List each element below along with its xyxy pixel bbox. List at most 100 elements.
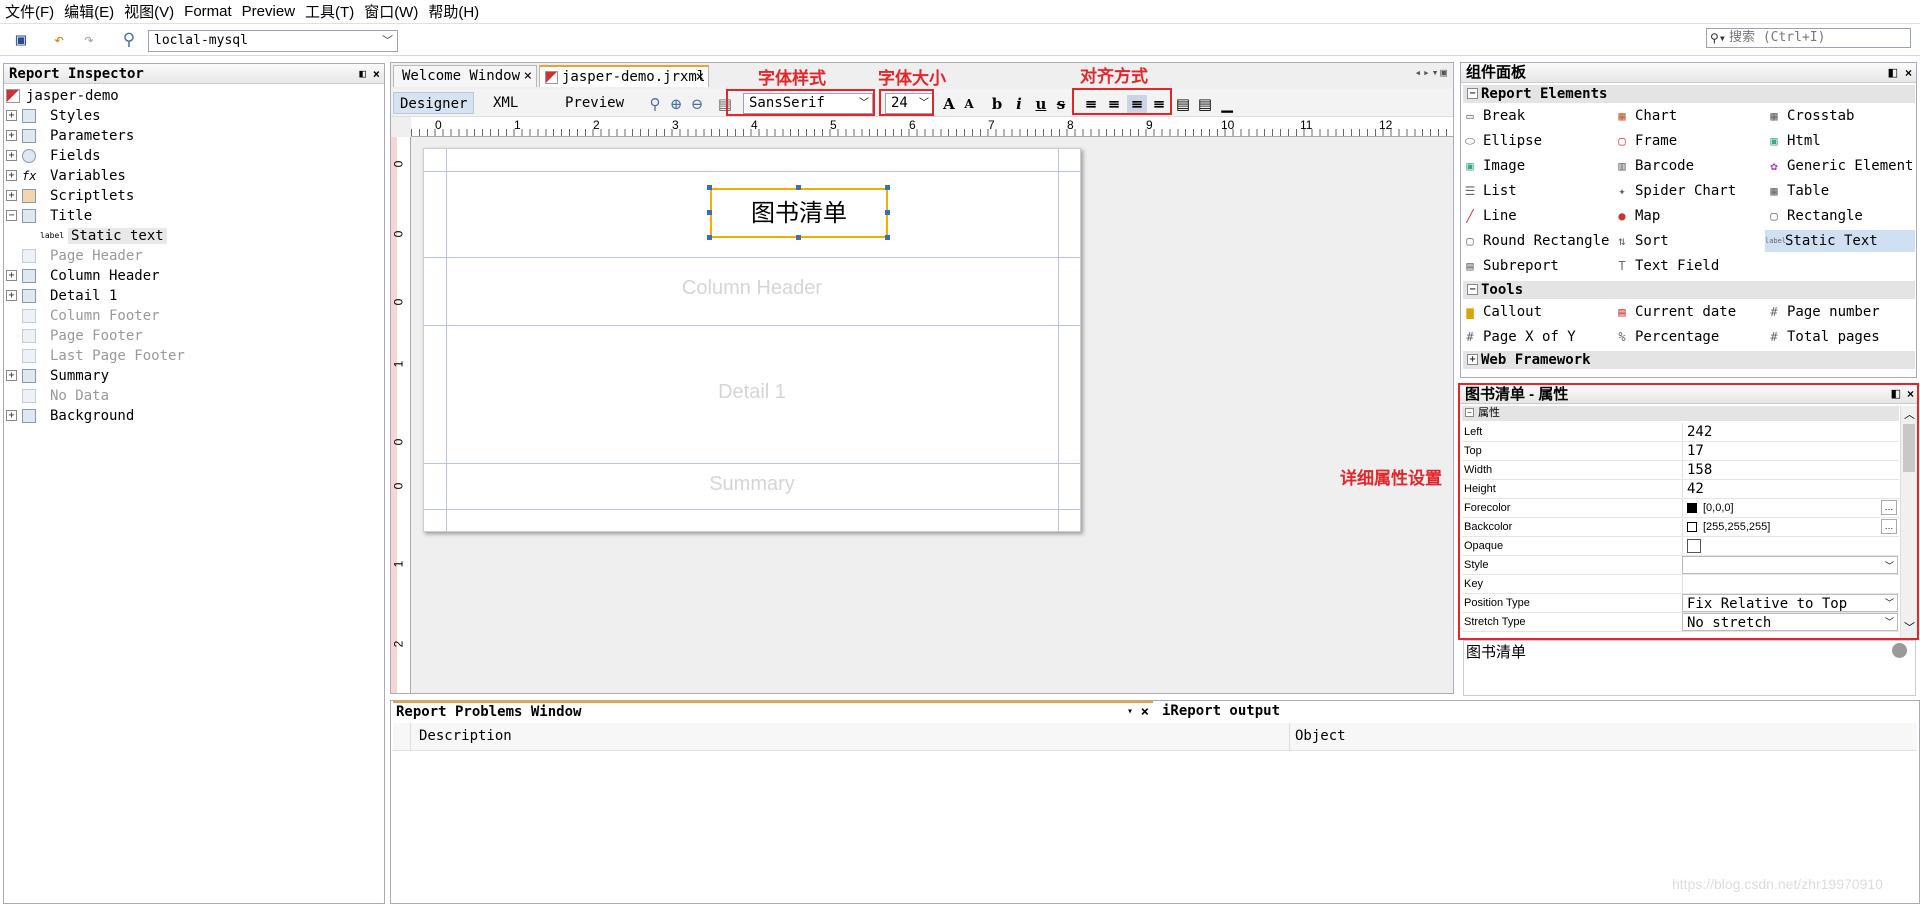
palette-text-field[interactable]: T Text Field <box>1615 255 1719 277</box>
tab-jasper-demo[interactable]: jasper-demo.jrxml × <box>539 65 709 87</box>
expand-icon[interactable]: + <box>6 410 17 421</box>
prop-backcolor[interactable]: Backcolor [255,255,255]… <box>1462 518 1899 537</box>
tree-item-column-footer[interactable]: Column Footer <box>6 306 160 326</box>
scroll-down-icon[interactable]: ﹀ <box>1904 619 1915 635</box>
minimize-icon[interactable]: ◧ <box>359 64 366 84</box>
tab-welcome[interactable]: Welcome Window × <box>393 65 537 87</box>
prop-top[interactable]: Top 17 <box>1462 442 1899 461</box>
expand-icon[interactable]: + <box>6 170 17 181</box>
palette-current-date[interactable]: ▤ Current date <box>1615 301 1736 323</box>
more-icon[interactable]: … <box>1881 500 1897 515</box>
palette-rectangle[interactable]: ▢ Rectangle <box>1767 205 1862 227</box>
close-icon[interactable]: × <box>1905 63 1912 83</box>
prop-value[interactable]: 242 <box>1682 423 1898 441</box>
tree-item-column-header[interactable]: + Column Header <box>6 266 160 286</box>
static-text-element[interactable]: 图书清单 <box>710 188 888 238</box>
italic-icon[interactable]: i <box>1009 95 1029 113</box>
tree-item-fields[interactable]: + Fields <box>6 146 101 166</box>
tree-item-summary[interactable]: + Summary <box>6 366 109 386</box>
tab-output[interactable]: iReport output <box>1159 701 1459 721</box>
zoom-in-icon[interactable]: ⊕ <box>666 95 686 113</box>
palette-map[interactable]: ● Map <box>1615 205 1660 227</box>
palette-crosstab[interactable]: ▦ Crosstab <box>1767 105 1854 127</box>
prop-left[interactable]: Left 242 <box>1462 423 1899 442</box>
valign-bottom-icon[interactable]: ▁ <box>1217 95 1237 113</box>
expand-icon[interactable]: + <box>6 190 17 201</box>
position-type-select[interactable]: Fix Relative to Top ﹀ <box>1682 594 1898 612</box>
tree-item-scriptlets[interactable]: + Scriptlets <box>6 186 134 206</box>
properties-group-header[interactable]: − 属性 <box>1462 406 1899 421</box>
expand-icon[interactable]: + <box>6 370 17 381</box>
palette-sort[interactable]: ⇅ Sort <box>1615 230 1668 252</box>
close-icon[interactable]: × <box>1141 703 1149 721</box>
strikethrough-icon[interactable]: s <box>1051 95 1071 113</box>
close-icon[interactable]: × <box>524 66 532 86</box>
prop-value[interactable]: [0,0,0]… <box>1682 499 1898 517</box>
resize-handle[interactable] <box>707 185 712 190</box>
font-shrink-icon[interactable]: A <box>959 95 979 113</box>
scrollbar-thumb[interactable] <box>1903 424 1915 472</box>
close-icon[interactable]: × <box>696 67 704 87</box>
resize-handle[interactable] <box>885 185 890 190</box>
prop-position-type[interactable]: Position Type Fix Relative to Top ﹀ <box>1462 594 1899 613</box>
menu-format[interactable]: Format <box>179 3 237 20</box>
view-designer-button[interactable]: Designer <box>393 92 475 114</box>
save-icon[interactable]: ▣ <box>10 29 32 51</box>
resize-handle[interactable] <box>796 185 801 190</box>
palette-list[interactable]: ☰ List <box>1463 180 1517 202</box>
prop-key-row[interactable]: Key <box>1462 575 1899 594</box>
palette-total-pages[interactable]: # Total pages <box>1767 326 1879 348</box>
menu-tools[interactable]: 工具(T) <box>300 1 359 22</box>
palette-line[interactable]: ╱ Line <box>1463 205 1516 227</box>
collapse-icon[interactable]: − <box>1467 284 1478 295</box>
section-report-elements[interactable]: − Report Elements <box>1463 85 1915 103</box>
prop-height[interactable]: Height 42 <box>1462 480 1899 499</box>
palette-round-rectangle[interactable]: ▢ Round Rectangle <box>1463 230 1609 252</box>
prop-value[interactable]: 158 <box>1682 461 1898 479</box>
tab-problems[interactable]: Report Problems Window ▾ × <box>393 701 1153 721</box>
tree-item-background[interactable]: + Background <box>6 406 134 426</box>
menu-preview[interactable]: Preview <box>237 3 300 20</box>
palette-static-text[interactable]: label Static Text <box>1765 230 1915 252</box>
tree-item-page-footer[interactable]: Page Footer <box>6 326 143 346</box>
resize-handle[interactable] <box>796 235 801 240</box>
palette-ellipse[interactable]: ⬭ Ellipse <box>1463 130 1542 152</box>
expand-icon[interactable]: + <box>1467 354 1478 365</box>
zoom-out-icon[interactable]: ⊖ <box>687 95 707 113</box>
tree-item-detail[interactable]: + Detail 1 <box>6 286 117 306</box>
collapse-icon[interactable]: − <box>1467 88 1478 99</box>
resize-handle[interactable] <box>707 210 712 215</box>
palette-image[interactable]: ▣ Image <box>1463 155 1525 177</box>
palette-page-x-of-y[interactable]: # Page X of Y <box>1463 326 1575 348</box>
connection-select[interactable]: loclal-mysql ﹀ <box>148 30 398 52</box>
prop-forecolor[interactable]: Forecolor [0,0,0]… <box>1462 499 1899 518</box>
prop-opaque[interactable]: Opaque <box>1462 537 1899 556</box>
tree-item-page-header[interactable]: Page Header <box>6 246 143 266</box>
expand-icon[interactable]: + <box>6 290 17 301</box>
section-web-framework[interactable]: + Web Framework <box>1463 351 1915 369</box>
palette-chart[interactable]: ▦ Chart <box>1615 105 1677 127</box>
valign-top-icon[interactable]: ▤ <box>1173 95 1193 113</box>
tree-item-styles[interactable]: + Styles <box>6 106 101 126</box>
tree-item-last-page-footer[interactable]: Last Page Footer <box>6 346 185 366</box>
font-grow-icon[interactable]: A <box>939 95 959 113</box>
underline-icon[interactable]: u <box>1031 95 1051 113</box>
tree-item-title[interactable]: − Title <box>6 206 92 226</box>
palette-callout[interactable]: ▆ Callout <box>1463 301 1542 323</box>
valign-middle-icon[interactable]: ▤ <box>1195 95 1215 113</box>
tree-item-variables[interactable]: + fx Variables <box>6 166 126 186</box>
menu-edit[interactable]: 编辑(E) <box>59 1 119 22</box>
opaque-checkbox[interactable] <box>1687 539 1701 553</box>
column-object[interactable]: Object <box>1295 728 1346 744</box>
menu-view[interactable]: 视图(V) <box>119 1 179 22</box>
style-select[interactable]: ﹀ <box>1682 556 1898 574</box>
search-input[interactable]: ⚲▾ 搜索 (Ctrl+I) <box>1706 28 1911 48</box>
palette-generic-element[interactable]: ✿ Generic Element <box>1767 155 1913 177</box>
tree-root[interactable]: jasper-demo <box>6 86 119 106</box>
section-tools[interactable]: − Tools <box>1463 281 1915 299</box>
more-icon[interactable]: … <box>1881 519 1897 534</box>
collapse-icon[interactable]: − <box>6 210 17 221</box>
prop-value[interactable]: 42 <box>1682 480 1898 498</box>
help-icon[interactable] <box>1892 643 1907 658</box>
expand-icon[interactable]: + <box>6 150 17 161</box>
